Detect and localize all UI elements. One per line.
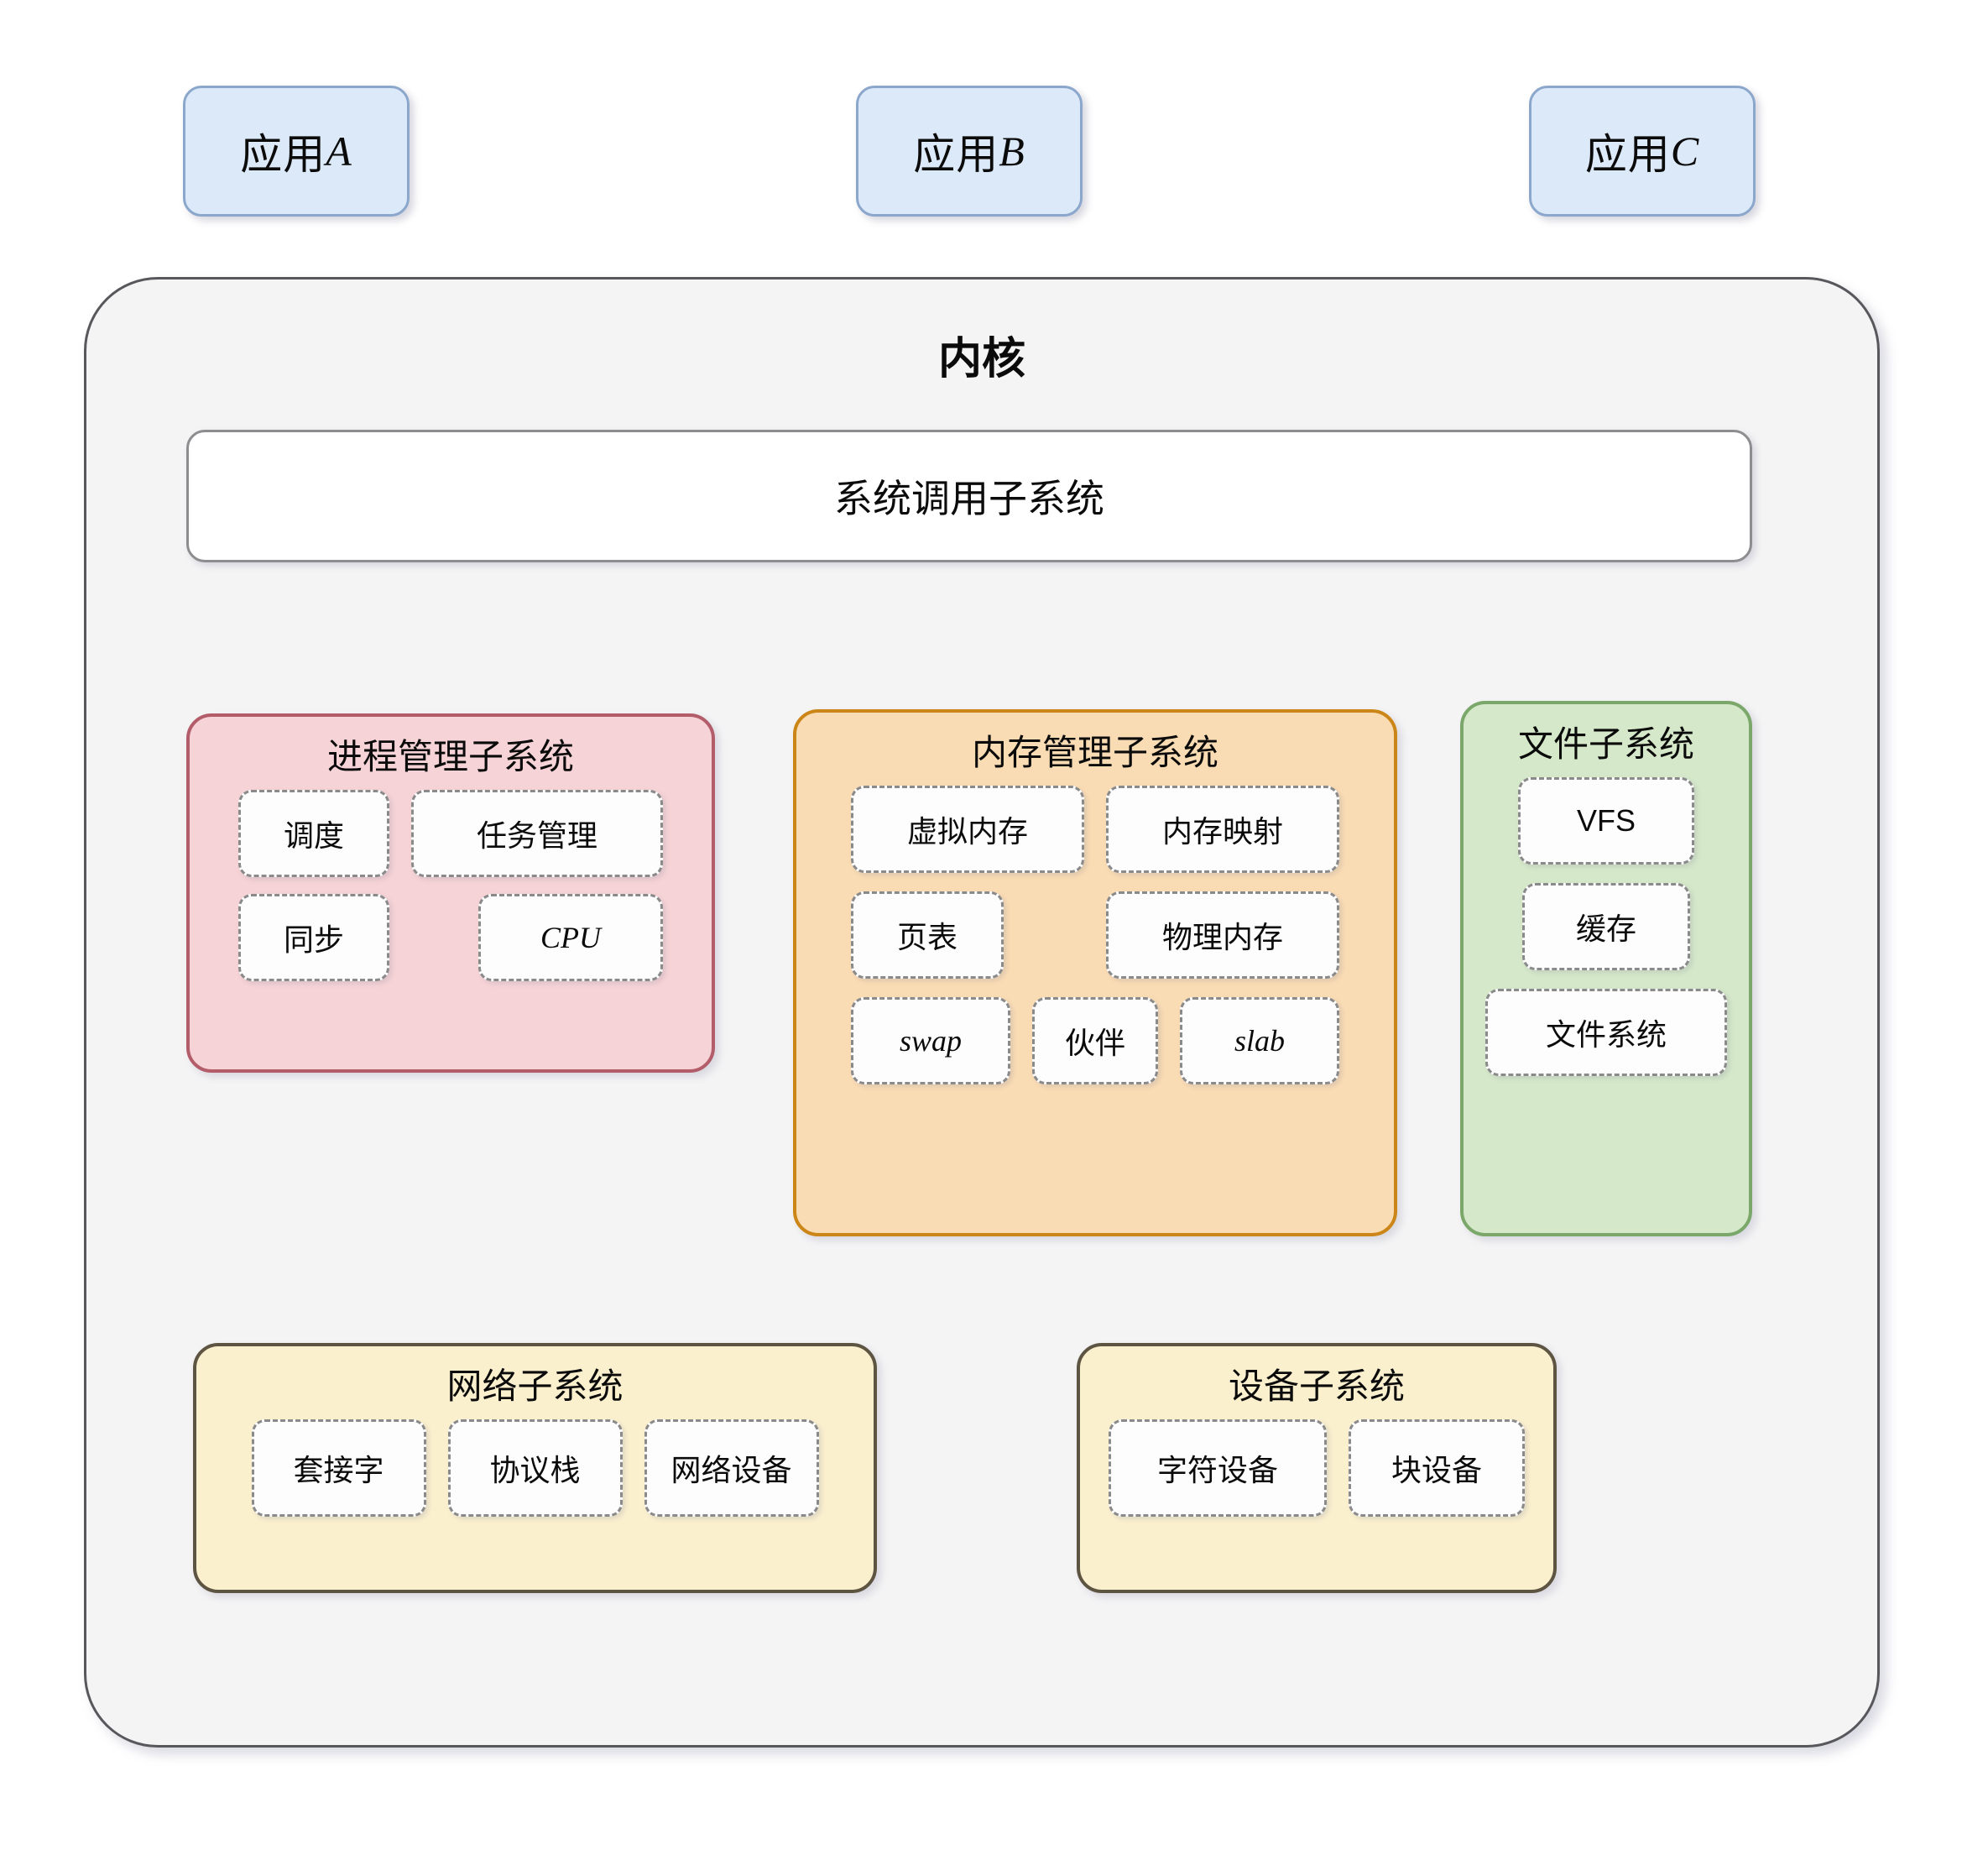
leaf-socket[interactable]: 套接字 — [251, 1419, 426, 1517]
leaf-block-device[interactable]: 块设备 — [1349, 1419, 1525, 1517]
leaf-memory-mapping[interactable]: 内存映射 — [1106, 785, 1339, 873]
leaf-page-table[interactable]: 页表 — [851, 891, 1004, 979]
leaf-swap[interactable]: swap — [851, 996, 1010, 1084]
leaf-network-device[interactable]: 网络设备 — [644, 1419, 819, 1517]
leaf-virtual-memory[interactable]: 虚拟内存 — [851, 785, 1084, 873]
leaf-filesystem[interactable]: 文件系统 — [1485, 988, 1727, 1076]
process-management-items: 调度 任务管理 同步 CPU — [190, 789, 712, 1001]
app-a-letter: A — [326, 128, 352, 175]
syscall-subsystem[interactable]: 系统调用子系统 — [186, 430, 1752, 562]
file-subsystem-items: VFS 缓存 文件系统 — [1464, 776, 1749, 1096]
app-c-letter: C — [1670, 128, 1700, 175]
network-subsystem-title: 网络子系统 — [446, 1366, 624, 1406]
leaf-protocol-stack[interactable]: 协议栈 — [447, 1419, 623, 1517]
leaf-task-management[interactable]: 任务管理 — [411, 789, 663, 877]
syscall-label: 系统调用子系统 — [834, 477, 1104, 520]
memory-management-items: 虚拟内存 内存映射 页表 物理内存 swap 伙伴 slab — [796, 785, 1394, 1105]
memory-management-title: 内存管理子系统 — [971, 733, 1218, 772]
app-b-letter: B — [999, 128, 1025, 175]
process-management-subsystem[interactable]: 进程管理子系统 调度 任务管理 同步 CPU — [186, 713, 715, 1073]
app-box-c[interactable]: 应用 C — [1529, 86, 1756, 217]
app-box-b[interactable]: 应用 B — [856, 86, 1083, 217]
network-subsystem-items: 套接字 协议栈 网络设备 — [196, 1419, 874, 1537]
leaf-char-device[interactable]: 字符设备 — [1109, 1419, 1327, 1517]
app-b-label: 应用 — [913, 131, 999, 178]
network-subsystem[interactable]: 网络子系统 套接字 协议栈 网络设备 — [193, 1343, 877, 1593]
app-c-label: 应用 — [1584, 131, 1671, 178]
leaf-physical-memory[interactable]: 物理内存 — [1106, 891, 1339, 979]
memory-management-subsystem[interactable]: 内存管理子系统 虚拟内存 内存映射 页表 物理内存 swap 伙伴 slab — [793, 709, 1397, 1236]
file-subsystem[interactable]: 文件子系统 VFS 缓存 文件系统 — [1460, 701, 1752, 1236]
kernel-title: 内核 — [937, 335, 1025, 384]
leaf-slab[interactable]: slab — [1180, 996, 1339, 1084]
device-subsystem-items: 字符设备 块设备 — [1080, 1419, 1553, 1537]
process-management-title: 进程管理子系统 — [326, 737, 574, 776]
leaf-scheduling[interactable]: 调度 — [238, 789, 389, 877]
device-subsystem[interactable]: 设备子系统 字符设备 块设备 — [1077, 1343, 1557, 1593]
leaf-buddy[interactable]: 伙伴 — [1032, 996, 1158, 1084]
leaf-cpu[interactable]: CPU — [478, 893, 663, 981]
app-a-label: 应用 — [240, 131, 326, 178]
leaf-cache[interactable]: 缓存 — [1522, 882, 1690, 970]
device-subsystem-title: 设备子系统 — [1228, 1366, 1405, 1406]
leaf-synchronization[interactable]: 同步 — [238, 893, 389, 981]
diagram-canvas: 应用 A 应用 B 应用 C 内核 系统调用子系统 进程管理子系统 调度 任务管理 同… — [0, 0, 1988, 1860]
app-box-a[interactable]: 应用 A — [183, 86, 410, 217]
file-subsystem-title: 文件子系统 — [1517, 724, 1694, 764]
leaf-vfs[interactable]: VFS — [1518, 776, 1694, 865]
